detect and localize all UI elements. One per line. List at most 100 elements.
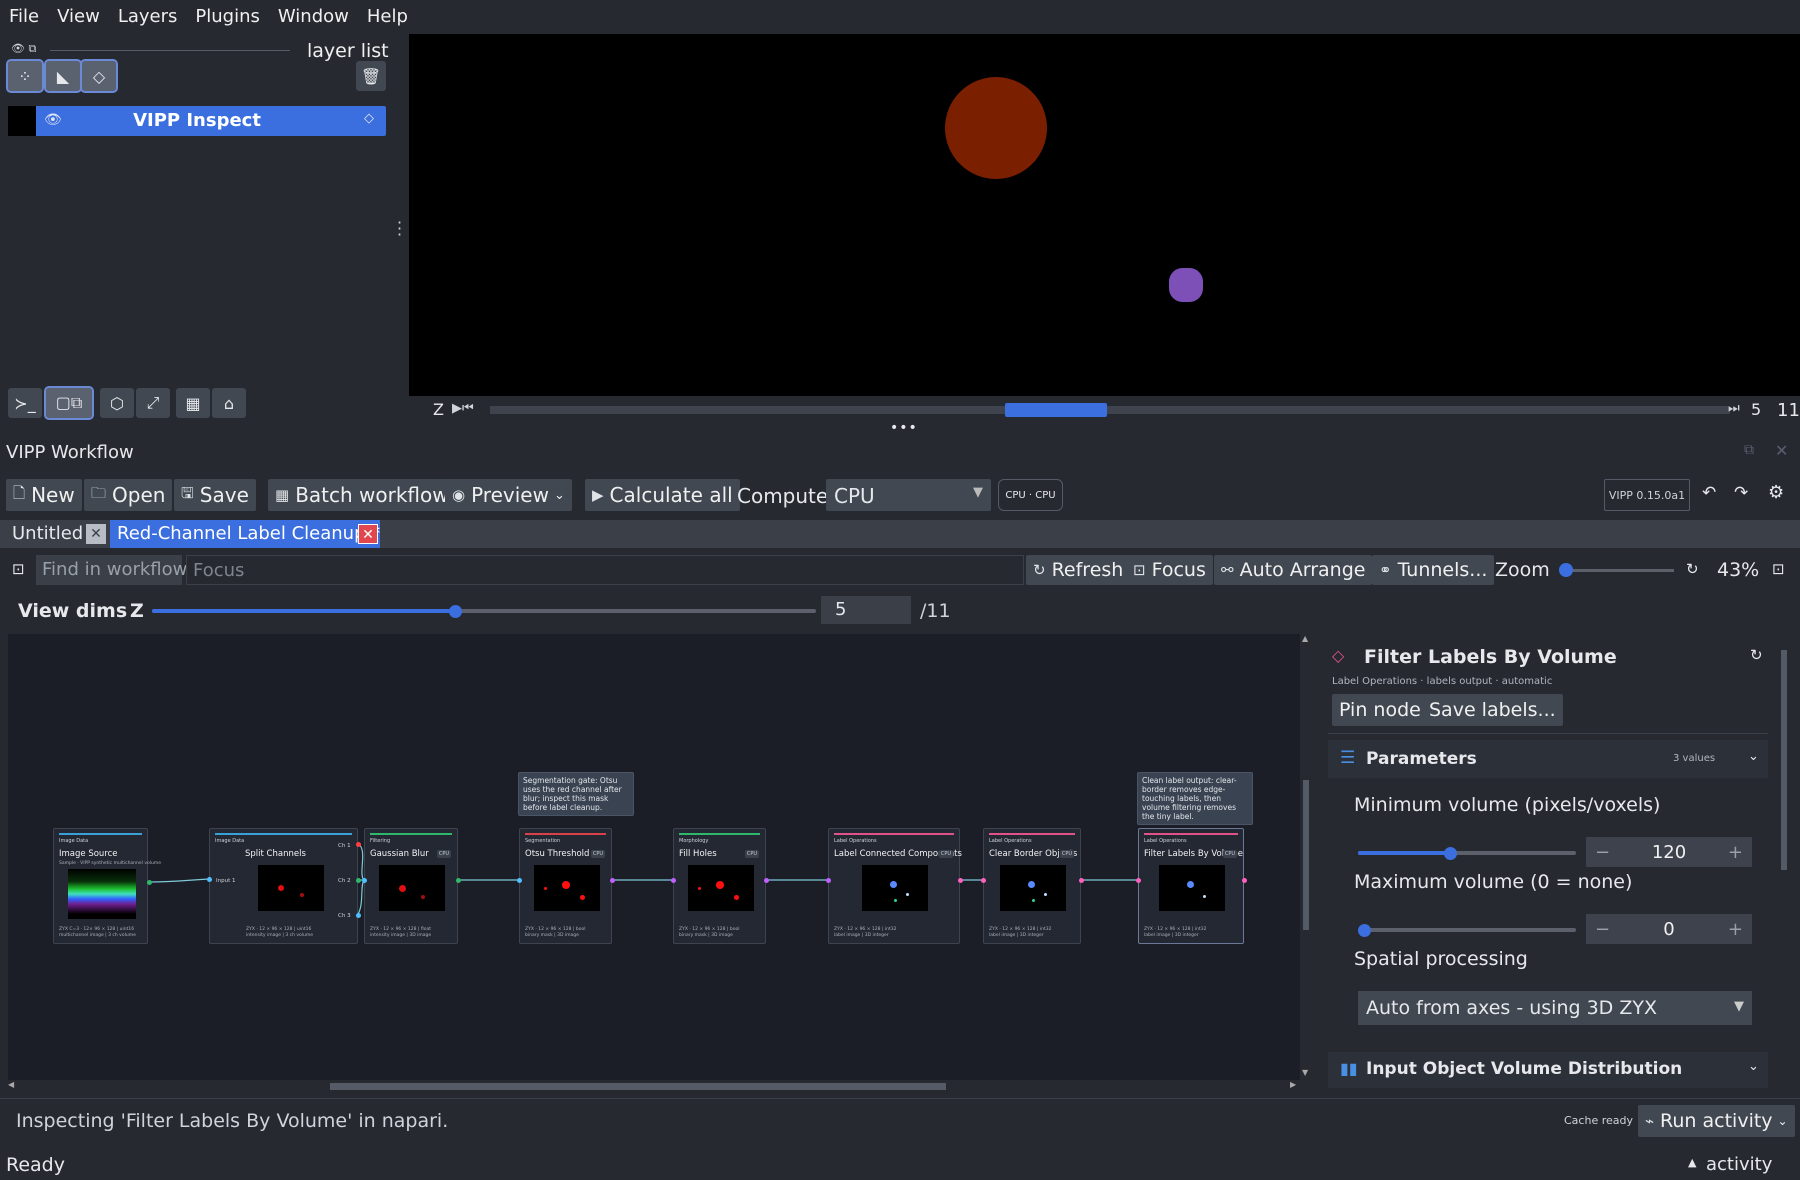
input-port[interactable] <box>826 878 831 883</box>
graph-hscroll[interactable]: ◀ ▶ <box>8 1080 1300 1092</box>
redo-icon[interactable]: ↷ <box>1734 483 1748 503</box>
tunnels-button[interactable]: ⚭ Tunnels... <box>1372 555 1495 585</box>
close-tab-icon[interactable]: ✕ <box>86 524 106 544</box>
output-port[interactable] <box>1079 878 1084 883</box>
pin-node-button[interactable]: Pin node <box>1332 694 1428 726</box>
max-volume-spinbox[interactable]: − 0 + <box>1586 914 1752 944</box>
resize-handle-icon[interactable]: · · · <box>397 215 402 243</box>
plus-icon[interactable]: + <box>1728 919 1743 940</box>
zoom-slider[interactable] <box>1562 569 1674 572</box>
refresh-node-icon[interactable]: ↻ <box>1750 646 1763 664</box>
menu-layers[interactable]: Layers <box>118 6 178 27</box>
menu-file[interactable]: File <box>9 6 39 27</box>
minus-icon[interactable]: − <box>1595 919 1610 940</box>
scroll-up-icon[interactable]: ▲ <box>1302 634 1308 643</box>
console-icon[interactable]: ≻_ <box>8 388 42 418</box>
batch-workflow-button[interactable]: ▦ Batch workflow <box>268 479 456 511</box>
min-volume-knob[interactable] <box>1443 847 1457 860</box>
output-port[interactable] <box>610 878 615 883</box>
new-points-layer-icon[interactable]: ⁘ <box>6 59 44 93</box>
layer-row[interactable]: 👁 VIPP Inspect ◇ <box>8 106 386 136</box>
new-shapes-layer-icon[interactable]: ◣ <box>44 59 82 93</box>
hscroll-thumb[interactable] <box>330 1083 946 1090</box>
search-input[interactable]: Find in workflow <box>36 555 187 585</box>
grid-icon[interactable]: ▦ <box>176 388 210 418</box>
transpose-icon[interactable]: ⤢ <box>136 388 170 418</box>
menu-help[interactable]: Help <box>367 6 408 27</box>
spatial-processing-select[interactable]: Auto from axes - using 3D ZYX ▼ <box>1358 991 1752 1025</box>
node-otsu-threshold[interactable]: Segmentation Otsu Threshold CPU ZYX · 12… <box>519 828 612 944</box>
float-icon[interactable]: ⧉ <box>1744 442 1754 458</box>
graph-vscroll[interactable]: ▲ ▼ <box>1300 634 1312 1080</box>
input-port[interactable] <box>981 878 986 883</box>
input-port[interactable] <box>517 878 522 883</box>
focus-button[interactable]: ⊡ Focus <box>1126 555 1213 585</box>
chevron-down-icon[interactable]: ⌄ <box>1748 1059 1759 1074</box>
reset-zoom-icon[interactable]: ↻ <box>1686 560 1699 578</box>
view-dims-input[interactable]: 5 <box>821 596 911 624</box>
chevron-down-icon[interactable]: ⌄ <box>1748 749 1759 764</box>
input-port[interactable] <box>362 878 367 883</box>
node-image-source[interactable]: Image Data Image Source Sample · VIPP sy… <box>53 828 161 944</box>
max-volume-knob[interactable] <box>1358 924 1371 937</box>
delete-layer-icon[interactable]: 🗑 <box>356 61 386 91</box>
focus-input[interactable]: Focus <box>186 555 1024 585</box>
node-clear-border-objects[interactable]: Label Operations Clear Border Objects CP… <box>983 828 1081 944</box>
output-port-ch3[interactable] <box>356 913 361 918</box>
scroll-left-icon[interactable]: ◀ <box>8 1080 14 1089</box>
output-port[interactable] <box>147 880 152 885</box>
panel-toggle-icon[interactable]: ⊡ <box>1772 560 1785 578</box>
input-port[interactable] <box>671 878 676 883</box>
node-graph[interactable]: Segmentation gate: Otsu uses the red cha… <box>8 634 1300 1080</box>
menu-view[interactable]: View <box>57 6 100 27</box>
play-icon[interactable]: ▶⏮ <box>452 401 474 416</box>
node-label-connected-components[interactable]: Label Operations Label Connected Compone… <box>828 828 962 944</box>
output-port-ch2[interactable] <box>356 878 361 883</box>
note-segmentation[interactable]: Segmentation gate: Otsu uses the red cha… <box>518 772 634 816</box>
view-dims-knob[interactable] <box>449 605 462 618</box>
node-fill-holes[interactable]: Morphology Fill Holes CPU ZYX · 12 × 96 … <box>673 828 766 944</box>
dims-slider-handle[interactable] <box>1005 403 1107 417</box>
refresh-button[interactable]: ↻ Refresh <box>1026 555 1131 585</box>
min-volume-spinbox[interactable]: − 120 + <box>1586 837 1752 867</box>
node-split-channels[interactable]: Image Data Split Channels Input 1 Ch 1 C… <box>209 828 358 944</box>
note-clean-labels[interactable]: Clean label output: clear-border removes… <box>1137 772 1253 825</box>
output-port[interactable] <box>1242 878 1247 883</box>
parameters-header[interactable]: ☰ Parameters 3 values ⌄ <box>1328 740 1768 778</box>
save-labels-button[interactable]: Save labels... <box>1422 694 1563 726</box>
step-end-icon[interactable]: ⏭ <box>1728 401 1740 416</box>
toggle-2d-3d-icon[interactable]: ▢⧉ <box>44 386 94 420</box>
menu-window[interactable]: Window <box>278 6 349 27</box>
auto-arrange-button[interactable]: ⚯ Auto Arrange <box>1214 555 1373 585</box>
run-activity-button[interactable]: ⌁ Run activity ⌄ <box>1638 1105 1795 1137</box>
input-port[interactable] <box>207 877 212 882</box>
settings-gear-icon[interactable]: ⚙ <box>1768 482 1784 503</box>
output-port[interactable] <box>764 878 769 883</box>
splitter-handle-icon[interactable]: ••• <box>890 420 918 436</box>
max-volume-slider[interactable] <box>1358 928 1576 932</box>
menu-plugins[interactable]: Plugins <box>195 6 259 27</box>
vscroll-thumb[interactable] <box>1303 780 1309 930</box>
tab-red-channel[interactable]: Red-Channel Label Cleanup * ✕ <box>110 520 380 548</box>
output-port[interactable] <box>456 878 461 883</box>
new-button[interactable]: 🗋 New <box>6 479 82 511</box>
inspector-vscroll-thumb[interactable] <box>1781 650 1787 870</box>
preview-dropdown[interactable]: ◉ Preview ⌄ <box>445 479 572 511</box>
viewer-canvas[interactable] <box>409 34 1800 396</box>
scroll-down-icon[interactable]: ▼ <box>1302 1068 1308 1077</box>
node-filter-labels-by-volume[interactable]: Label Operations Filter Labels By Volume… <box>1138 828 1244 944</box>
dims-slider[interactable] <box>490 406 1730 414</box>
activity-toggle[interactable]: activity <box>1706 1154 1772 1175</box>
caret-up-icon[interactable]: ▲ <box>1688 1156 1696 1169</box>
undo-icon[interactable]: ↶ <box>1702 483 1716 503</box>
input-port[interactable] <box>1136 878 1141 883</box>
tab-untitled[interactable]: Untitled ✕ <box>6 520 108 548</box>
float-dock-icon[interactable]: 👁 ⧉ <box>11 42 36 56</box>
scroll-right-icon[interactable]: ▶ <box>1290 1080 1296 1089</box>
output-port[interactable] <box>958 878 963 883</box>
compute-select[interactable]: CPU ▼ <box>826 479 991 511</box>
inspector-vscroll[interactable] <box>1778 634 1790 1090</box>
distribution-header[interactable]: ▮▮ Input Object Volume Distribution ⌄ <box>1328 1052 1768 1088</box>
zoom-slider-knob[interactable] <box>1559 563 1573 577</box>
calculate-all-button[interactable]: ▶ Calculate all <box>585 479 740 511</box>
